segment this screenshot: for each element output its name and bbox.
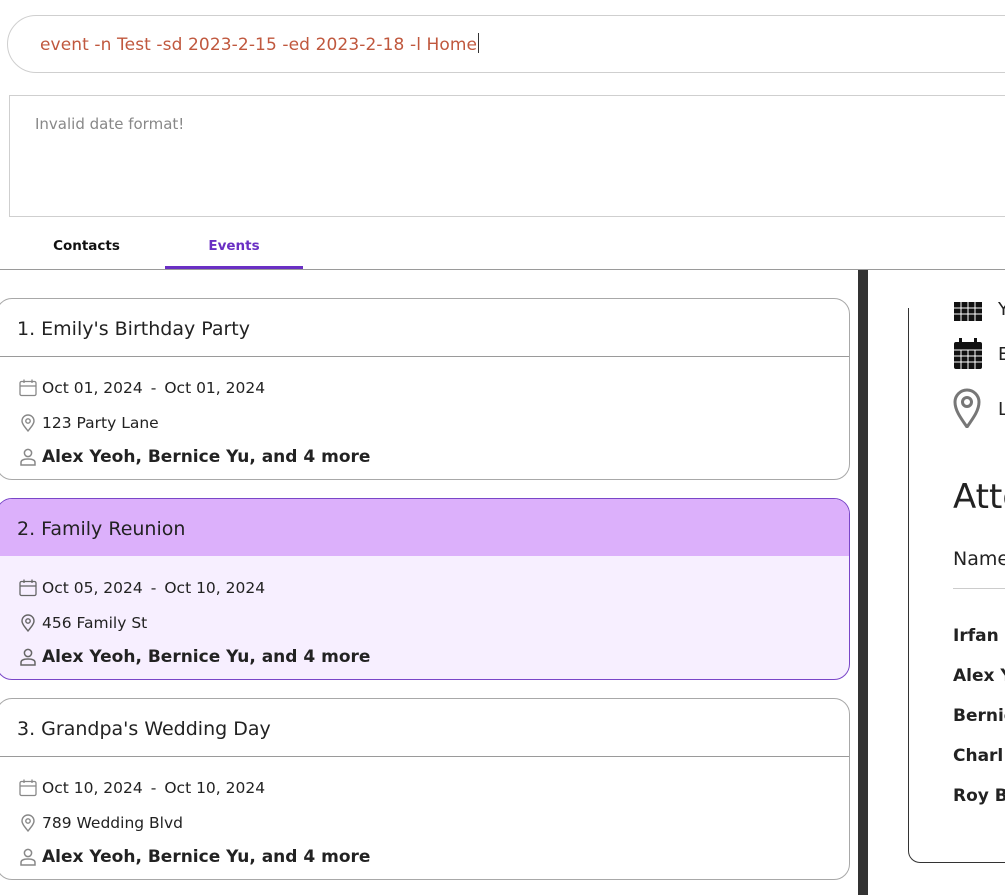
event-location: 123 Party Lane xyxy=(42,414,159,432)
calendar-icon xyxy=(17,577,39,599)
event-date-row: Oct 10, 2024- Oct 10, 2024 xyxy=(17,777,265,799)
attendee-name: Irfan I xyxy=(953,626,1005,646)
event-location: 456 Family St xyxy=(42,614,148,632)
tab-bar: Contacts Events xyxy=(0,228,1005,270)
calendar-icon xyxy=(953,338,983,374)
attendees-title: Atte xyxy=(953,477,1005,517)
person-icon xyxy=(17,446,39,468)
event-title: 3. Grandpa's Wedding Day xyxy=(17,718,271,740)
event-attendees-row: Alex Yeoh, Bernice Yu, and 4 more xyxy=(17,846,370,868)
person-icon xyxy=(17,646,39,668)
person-icon xyxy=(17,846,39,868)
location-pin-icon xyxy=(17,812,39,834)
detail-end-date: E xyxy=(998,344,1005,365)
location-pin-icon xyxy=(17,412,39,434)
event-start-date: Oct 01, 2024 xyxy=(42,379,143,397)
event-attendees-row: Alex Yeoh, Bernice Yu, and 4 more xyxy=(17,646,370,668)
command-text: event -n Test -sd 2023-2-15 -ed 2023-2-1… xyxy=(40,33,480,55)
attendees-name-header: Name xyxy=(953,548,1005,570)
calendar-icon xyxy=(953,302,983,326)
event-attendees: Alex Yeoh, Bernice Yu, and 4 more xyxy=(42,647,371,667)
event-date-row: Oct 01, 2024- Oct 01, 2024 xyxy=(17,377,265,399)
event-attendees-row: Alex Yeoh, Bernice Yu, and 4 more xyxy=(17,446,370,468)
event-card[interactable]: 3. Grandpa's Wedding Day Oct 10, 2024- Oc… xyxy=(0,698,850,880)
tab-events[interactable]: Events xyxy=(165,228,303,269)
event-card-selected[interactable]: 2. Family Reunion Oct 05, 2024- Oct 10, 2… xyxy=(0,498,850,680)
event-card[interactable]: 1. Emily's Birthday Party Oct 01, 2024- O… xyxy=(0,298,850,480)
attendee-name: Charl xyxy=(953,746,1004,766)
tab-contacts[interactable]: Contacts xyxy=(8,228,165,268)
location-pin-icon xyxy=(17,612,39,634)
date-separator: - xyxy=(150,579,157,597)
attendee-name: Roy Ba xyxy=(953,786,1005,806)
event-end-date: Oct 01, 2024 xyxy=(164,379,266,397)
command-value: event -n Test -sd 2023-2-15 -ed 2023-2-1… xyxy=(40,35,478,55)
event-location-row: 456 Family St xyxy=(17,612,147,634)
event-card-header: 1. Emily's Birthday Party xyxy=(0,299,849,357)
event-start-date: Oct 10, 2024 xyxy=(42,779,143,797)
date-separator: - xyxy=(150,779,157,797)
text-caret xyxy=(478,33,480,53)
attendee-name: Bernic xyxy=(953,706,1005,726)
location-pin-icon xyxy=(953,388,981,432)
result-message: Invalid date format! xyxy=(35,115,185,133)
event-location: 789 Wedding Blvd xyxy=(42,814,183,832)
calendar-icon xyxy=(17,777,39,799)
event-attendees: Alex Yeoh, Bernice Yu, and 4 more xyxy=(42,847,371,867)
date-separator: - xyxy=(150,379,157,397)
event-attendees: Alex Yeoh, Bernice Yu, and 4 more xyxy=(42,447,371,467)
event-date-row: Oct 05, 2024- Oct 10, 2024 xyxy=(17,577,265,599)
detail-location: L xyxy=(998,399,1005,420)
event-list[interactable]: 1. Emily's Birthday Party Oct 01, 2024- O… xyxy=(0,270,858,895)
event-card-header: 2. Family Reunion xyxy=(0,499,849,556)
event-start-date: Oct 05, 2024 xyxy=(42,579,143,597)
event-card-header: 3. Grandpa's Wedding Day xyxy=(0,699,849,757)
command-input[interactable]: event -n Test -sd 2023-2-15 -ed 2023-2-1… xyxy=(7,15,1005,73)
event-title: 2. Family Reunion xyxy=(17,518,186,540)
attendee-name: Alex Y xyxy=(953,666,1005,686)
event-detail-panel: Y E L Atte Name Irfan I Alex Y Bernic Ch… xyxy=(868,270,1005,895)
result-display: Invalid date format! xyxy=(9,95,1005,217)
calendar-icon xyxy=(17,377,39,399)
pane-divider[interactable] xyxy=(858,270,868,895)
event-location-row: 789 Wedding Blvd xyxy=(17,812,183,834)
event-end-date: Oct 10, 2024 xyxy=(164,779,266,797)
event-end-date: Oct 10, 2024 xyxy=(164,579,266,597)
event-title: 1. Emily's Birthday Party xyxy=(17,318,251,340)
detail-start-date: Y xyxy=(998,299,1005,320)
event-location-row: 123 Party Lane xyxy=(17,412,159,434)
header-divider xyxy=(953,588,1005,589)
